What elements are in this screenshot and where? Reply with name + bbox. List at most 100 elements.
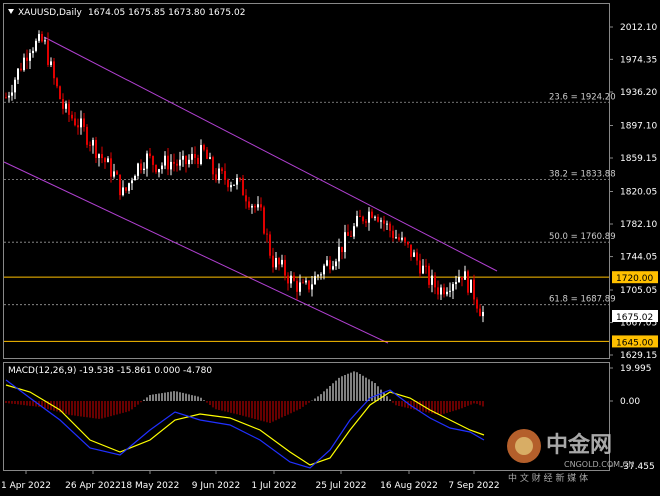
candle-body <box>263 207 265 234</box>
watermark-domain: CNGOLD.COM.CN <box>564 460 634 469</box>
candle-body <box>317 275 319 277</box>
candle-body <box>248 201 250 208</box>
candle-body <box>110 158 112 177</box>
candle-body <box>362 216 364 222</box>
candle-body <box>17 68 19 80</box>
candle-body <box>326 260 328 266</box>
candle-body <box>176 163 178 166</box>
candle-body <box>380 220 382 222</box>
candle-body <box>461 276 463 280</box>
price-tick-label: 1744.05 <box>620 253 657 263</box>
candle-body <box>152 156 154 165</box>
candle-body <box>353 226 355 237</box>
candle-body <box>218 168 220 181</box>
candle-body <box>452 284 454 291</box>
fib-level-label: 50.0 = 1760.89 <box>549 232 616 242</box>
level-tag-label: 1645.00 <box>616 338 653 348</box>
candle-body <box>173 161 175 164</box>
symbol-label: XAUUSD,Daily <box>18 8 82 18</box>
candle-body <box>296 280 298 292</box>
candle-body <box>95 139 97 158</box>
candle-body <box>77 125 79 128</box>
candle-body <box>458 276 460 283</box>
candle-body <box>29 53 31 61</box>
candle-body <box>416 252 418 261</box>
candle-body <box>455 282 457 285</box>
price-tick-label: 1782.10 <box>620 220 657 230</box>
candle-body <box>104 158 106 163</box>
candle-body <box>407 241 409 245</box>
candle-body <box>440 287 442 295</box>
candle-body <box>101 154 103 159</box>
candle-body <box>131 180 133 184</box>
fib-level-label: 61.8 = 1687.89 <box>549 295 616 305</box>
candle-body <box>65 103 67 109</box>
candle-body <box>242 178 244 196</box>
candle-body <box>158 169 160 173</box>
candle-body <box>269 234 271 256</box>
candle-body <box>98 154 100 158</box>
candle-body <box>5 97 7 99</box>
candle-body <box>230 185 232 188</box>
watermark-brand: 中金网 <box>546 432 612 458</box>
candle-body <box>377 216 379 222</box>
candle-body <box>140 163 142 170</box>
candle-body <box>143 168 145 170</box>
candle-body <box>437 287 439 295</box>
candle-body <box>323 265 325 275</box>
candle-body <box>53 61 55 79</box>
candle-body <box>332 266 334 270</box>
candle-body <box>167 155 169 170</box>
candle-body <box>125 187 127 191</box>
watermark-tagline: 中 文 财 经 新 媒 体 <box>508 472 588 484</box>
candle-body <box>404 237 406 242</box>
candle-body <box>236 178 238 185</box>
candle-body <box>434 275 436 288</box>
candle-body <box>344 232 346 253</box>
price-tick-label: 2012.10 <box>620 23 657 33</box>
candle-body <box>56 78 58 87</box>
candle-body <box>182 155 184 160</box>
candle-body <box>347 232 349 236</box>
candle-body <box>413 252 415 257</box>
candle-body <box>335 261 337 267</box>
fib-level-label: 23.6 = 1924.20 <box>549 92 616 102</box>
price-tick-label: 1936.20 <box>620 88 657 98</box>
candle-body <box>47 40 49 65</box>
candle-body <box>374 216 376 218</box>
candle-body <box>314 276 316 285</box>
candle-body <box>170 161 172 170</box>
candle-body <box>233 184 235 186</box>
candle-body <box>467 271 469 293</box>
candle-body <box>26 57 28 61</box>
candle-body <box>194 153 196 158</box>
candle-body <box>386 223 388 225</box>
macd-tick-label: 0.00 <box>620 397 640 407</box>
candle-body <box>20 68 22 71</box>
candle-body <box>443 287 445 295</box>
candle-body <box>83 118 85 127</box>
level-tag-label: 1720.00 <box>616 274 653 284</box>
candle-body <box>191 153 193 160</box>
candle-body <box>149 153 151 157</box>
candle-body <box>128 183 130 191</box>
macd-tick-label: 19.995 <box>620 364 652 374</box>
candle-body <box>8 95 10 98</box>
candle-body <box>44 40 46 42</box>
candle-body <box>146 153 148 169</box>
candle-body <box>338 246 340 262</box>
candle-body <box>401 237 403 240</box>
candle-body <box>320 274 322 276</box>
candle-body <box>302 282 304 284</box>
candle-body <box>293 275 295 281</box>
candle-body <box>74 118 76 126</box>
candle-body <box>23 57 25 71</box>
candle-body <box>395 237 397 239</box>
candle-body <box>32 50 34 54</box>
candle-body <box>224 171 226 180</box>
candle-body <box>86 126 88 145</box>
candle-body <box>281 259 283 265</box>
ohlc-readout: 1674.05 1675.85 1673.80 1675.02 <box>88 8 245 18</box>
candle-body <box>122 187 124 196</box>
candle-body <box>185 155 187 165</box>
